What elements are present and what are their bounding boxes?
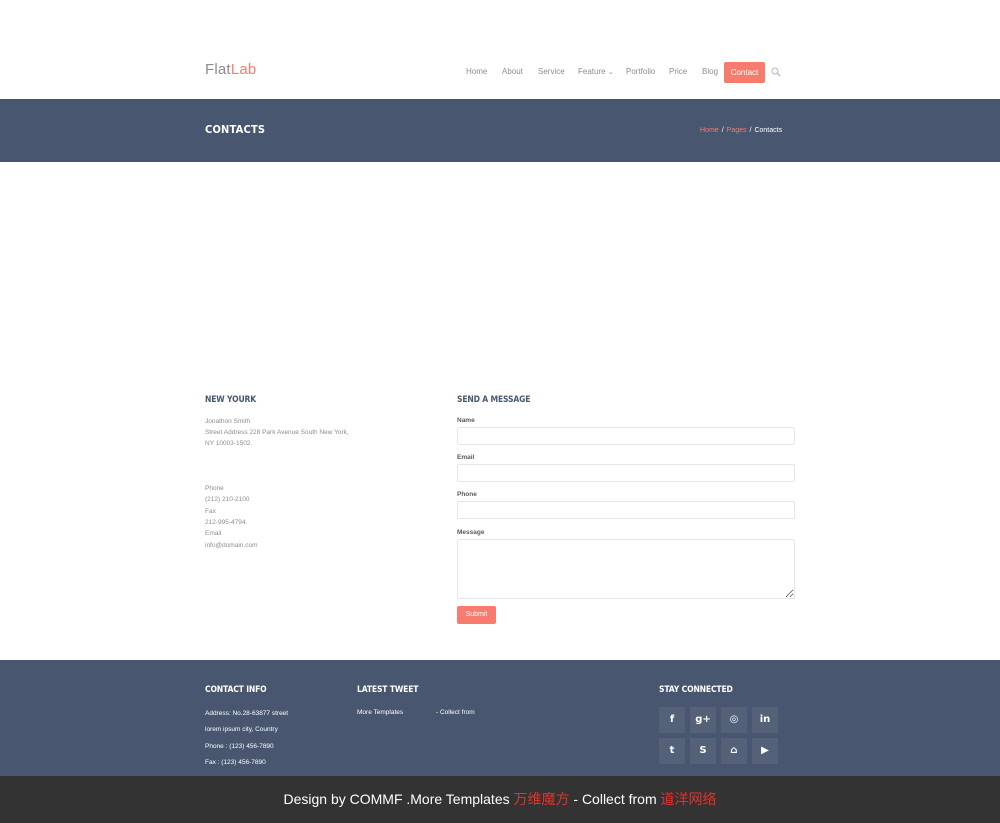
credit-bar: Design by COMMF .More Templates 万维魔方 - C… xyxy=(0,776,1000,823)
email-field-label: Email xyxy=(457,454,475,461)
breadcrumb-separator: / xyxy=(721,127,724,134)
breadcrumb-home[interactable]: Home xyxy=(700,127,719,134)
main-nav: Home About Service Feature ⌄ Portfolio P… xyxy=(0,62,1000,82)
contact-section-title: NEW YOURK xyxy=(205,395,257,405)
footer-tweet-title: LATEST TWEET xyxy=(357,685,419,695)
youtube-icon[interactable]: ▶ xyxy=(752,738,778,764)
footer-phone: Phone : (123) 456-7890 xyxy=(205,743,274,750)
contact-address-line1: Street Address 228 Park Avenue South New… xyxy=(205,429,349,436)
credit-middle: - Collect from xyxy=(569,791,661,807)
footer-fax: Fax : (123) 456-7890 xyxy=(205,759,266,766)
contact-name: Jonathon Smith xyxy=(205,418,251,425)
phone-field-label: Phone xyxy=(457,491,477,498)
nav-blog[interactable]: Blog xyxy=(702,67,718,76)
phone-label: Phone xyxy=(205,485,224,492)
name-label: Name xyxy=(457,417,475,424)
breadcrumb-separator: / xyxy=(749,127,752,134)
credit-prefix: Design by COMMF .More Templates xyxy=(283,791,514,807)
facebook-icon[interactable]: f xyxy=(659,707,685,733)
nav-feature-label: Feature xyxy=(578,67,606,76)
email-label: Email xyxy=(205,530,222,537)
google-plus-icon[interactable]: g+ xyxy=(690,707,716,733)
dribbble-icon[interactable]: ◎ xyxy=(721,707,747,733)
phone-field[interactable] xyxy=(457,501,795,519)
breadcrumb: Home / Pages / Contacts xyxy=(700,127,782,134)
footer: CONTACT INFO Address: No.28-63877 street… xyxy=(0,660,1000,776)
fax-value: 212-995-4794. xyxy=(205,519,248,526)
footer-stay-title: STAY CONNECTED xyxy=(659,685,733,695)
nav-service[interactable]: Service xyxy=(538,67,565,76)
github-icon[interactable]: ⌂ xyxy=(721,738,747,764)
breadcrumb-pages[interactable]: Pages xyxy=(727,127,747,134)
nav-contact[interactable]: Contact xyxy=(724,62,765,83)
email-value[interactable]: info@domain.com xyxy=(205,542,257,549)
form-title: SEND A MESSAGE xyxy=(457,395,531,405)
nav-feature[interactable]: Feature ⌄ xyxy=(578,67,614,76)
breadcrumb-current: Contacts xyxy=(754,127,783,134)
submit-button[interactable]: Submit xyxy=(457,606,496,624)
credit-text: Design by COMMF .More Templates 万维魔方 - C… xyxy=(0,776,1000,823)
email-field[interactable] xyxy=(457,464,795,482)
nav-price[interactable]: Price xyxy=(669,67,687,76)
tweet-link[interactable]: More Templates xyxy=(357,709,403,716)
phone-value: (212) 210-2100 xyxy=(205,496,250,503)
credit-brand-link[interactable]: 万维魔方 xyxy=(514,791,570,807)
footer-city: lorem ipsum city, Country xyxy=(205,726,278,733)
footer-contact-title: CONTACT INFO xyxy=(205,685,267,695)
search-icon[interactable] xyxy=(771,67,781,77)
linkedin-icon[interactable]: in xyxy=(752,707,778,733)
message-label: Message xyxy=(457,529,485,536)
page-header-band xyxy=(0,99,1000,162)
nav-home[interactable]: Home xyxy=(466,67,487,76)
site-header: FlatLab Home About Service Feature ⌄ Por… xyxy=(0,0,1000,99)
contact-address-line2: NY 10003-1502. xyxy=(205,440,253,447)
fax-label: Fax xyxy=(205,508,216,515)
credit-source-link[interactable]: 道洋网络 xyxy=(661,791,717,807)
tweet-source: - Collect from xyxy=(436,709,475,716)
name-field[interactable] xyxy=(457,427,795,445)
skype-icon[interactable]: S xyxy=(690,738,716,764)
footer-address: Address: No.28-63877 street xyxy=(205,710,289,717)
chevron-down-icon: ⌄ xyxy=(607,69,614,76)
nav-about[interactable]: About xyxy=(502,67,523,76)
twitter-icon[interactable]: t xyxy=(659,738,685,764)
page-title: CONTACTS xyxy=(205,123,266,136)
nav-portfolio[interactable]: Portfolio xyxy=(626,67,655,76)
message-field[interactable] xyxy=(457,539,795,599)
